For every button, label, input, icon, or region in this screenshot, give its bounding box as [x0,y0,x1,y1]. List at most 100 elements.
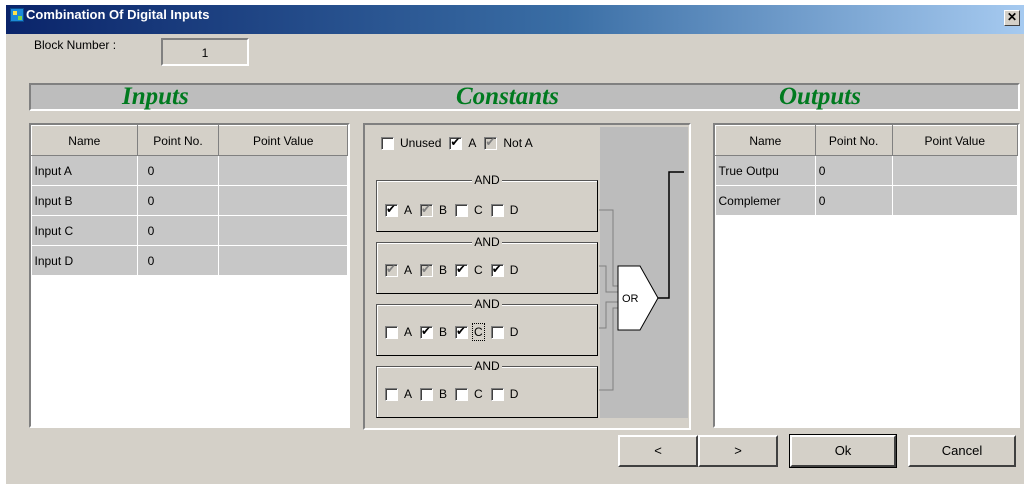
or-gate-label: OR [622,293,639,305]
not-a-checkbox[interactable] [484,135,498,150]
and2-c-checkbox[interactable] [455,262,469,277]
and-group-4-options: A B C D [385,387,526,401]
and3-d-label: D [509,325,519,339]
and-group-2: AND A B C D [376,235,598,294]
unused-checkbox[interactable] [381,136,394,150]
a-label: A [468,136,477,150]
table-row[interactable]: True Outpu 0 [715,155,1019,186]
col-pointno-header[interactable]: Point No. [136,125,220,156]
cell-point-no[interactable]: 0 [137,245,220,276]
and2-a-checkbox[interactable] [385,262,398,277]
outputs-header-row: Name Point No. Point Value [715,125,1019,156]
and1-c-label: C [474,203,483,217]
and-group-label: AND [472,173,502,187]
cell-name[interactable]: Input B [31,185,138,216]
cell-point-no[interactable]: 0 [815,155,893,186]
next-button[interactable]: > [698,435,778,467]
and3-c-label: C [472,323,485,341]
cell-name[interactable]: Input C [31,215,138,246]
outputs-panel: Name Point No. Point Value True Outpu 0 … [713,123,1020,428]
table-row[interactable]: Input C 0 [31,215,348,246]
and2-a-label: A [404,263,413,277]
and-group-2-options: A B C D [385,262,526,277]
and3-d-checkbox[interactable] [490,325,504,339]
unused-label: Unused [400,136,442,150]
and1-a-label: A [404,203,413,217]
table-row[interactable]: Input A 0 [31,155,348,186]
and1-b-label: B [439,203,448,217]
and1-d-label: D [509,203,519,217]
and-group-label: AND [472,235,502,249]
cell-point-no[interactable]: 0 [137,215,220,246]
and-group-1: AND A B C D [376,173,598,232]
and3-a-label: A [404,325,413,339]
cell-point-value[interactable] [218,155,348,186]
cell-point-no[interactable]: 0 [137,185,220,216]
a-checkbox[interactable] [449,135,463,150]
and-group-label: AND [472,297,502,311]
table-row[interactable]: Input B 0 [31,185,348,216]
block-number-field[interactable]: 1 [161,38,249,66]
and-group-4: AND A B C D [376,359,598,418]
and3-c-checkbox[interactable] [455,324,469,339]
and4-c-checkbox[interactable] [455,387,469,401]
col-pointvalue-header[interactable]: Point Value [218,125,348,156]
or-gate-diagram: OR [599,171,684,391]
inputs-heading: Inputs [122,83,189,110]
col-name-header[interactable]: Name [31,125,138,156]
close-icon: ✕ [1006,10,1018,24]
and2-b-checkbox[interactable] [420,262,434,277]
cell-name[interactable]: Input D [31,245,138,276]
col-pointvalue-header[interactable]: Point Value [891,125,1019,156]
and2-c-label: C [474,263,483,277]
and1-c-checkbox[interactable] [455,203,469,217]
and1-d-checkbox[interactable] [490,203,504,217]
and4-c-label: C [474,387,483,401]
cell-name[interactable]: Input A [31,155,138,186]
and4-a-checkbox[interactable] [385,387,398,401]
outputs-table: Name Point No. Point Value True Outpu 0 … [715,125,1019,216]
table-row[interactable]: Input D 0 [31,245,348,276]
cell-point-value[interactable] [218,185,348,216]
and4-a-label: A [404,387,413,401]
and3-a-checkbox[interactable] [385,325,398,339]
cell-point-value[interactable] [892,185,1019,216]
and3-b-label: B [439,325,448,339]
and-group-label: AND [472,359,502,373]
and-group-1-options: A B C D [385,202,526,217]
constants-heading: Constants [456,83,559,110]
cell-point-value[interactable] [892,155,1019,186]
outputs-heading: Outputs [779,83,861,110]
and1-a-checkbox[interactable] [385,202,398,217]
col-name-header[interactable]: Name [715,125,816,156]
and1-b-checkbox[interactable] [420,202,434,217]
block-number-label: Block Number : [34,38,117,52]
window-title: Combination Of Digital Inputs [26,7,210,22]
col-pointno-header[interactable]: Point No. [814,125,893,156]
close-button[interactable]: ✕ [1004,10,1020,26]
inputs-panel: Name Point No. Point Value Input A 0 Inp… [29,123,350,428]
and-group-3-options: A B C D [385,323,526,341]
and2-d-checkbox[interactable] [490,262,504,277]
and-group-3: AND A B C D [376,297,598,356]
cell-point-no[interactable]: 0 [815,185,893,216]
cell-name[interactable]: Complemer [715,185,816,216]
constant-options-row: Unused A Not A [381,135,541,150]
and-to-or-wires [599,209,618,391]
and2-d-label: D [509,263,519,277]
prev-button[interactable]: < [618,435,698,467]
cell-name[interactable]: True Outpu [715,155,816,186]
and3-b-checkbox[interactable] [420,324,434,339]
cancel-button[interactable]: Cancel [908,435,1016,467]
cell-point-value[interactable] [218,245,348,276]
and4-d-checkbox[interactable] [490,387,504,401]
cell-point-no[interactable]: 0 [137,155,220,186]
ok-button[interactable]: Ok [789,434,897,468]
and4-b-label: B [439,387,448,401]
cell-point-value[interactable] [218,215,348,246]
and4-d-label: D [509,387,519,401]
and2-b-label: B [439,263,448,277]
and4-b-checkbox[interactable] [420,387,434,401]
table-row[interactable]: Complemer 0 [715,185,1019,216]
inputs-header-row: Name Point No. Point Value [31,125,348,156]
